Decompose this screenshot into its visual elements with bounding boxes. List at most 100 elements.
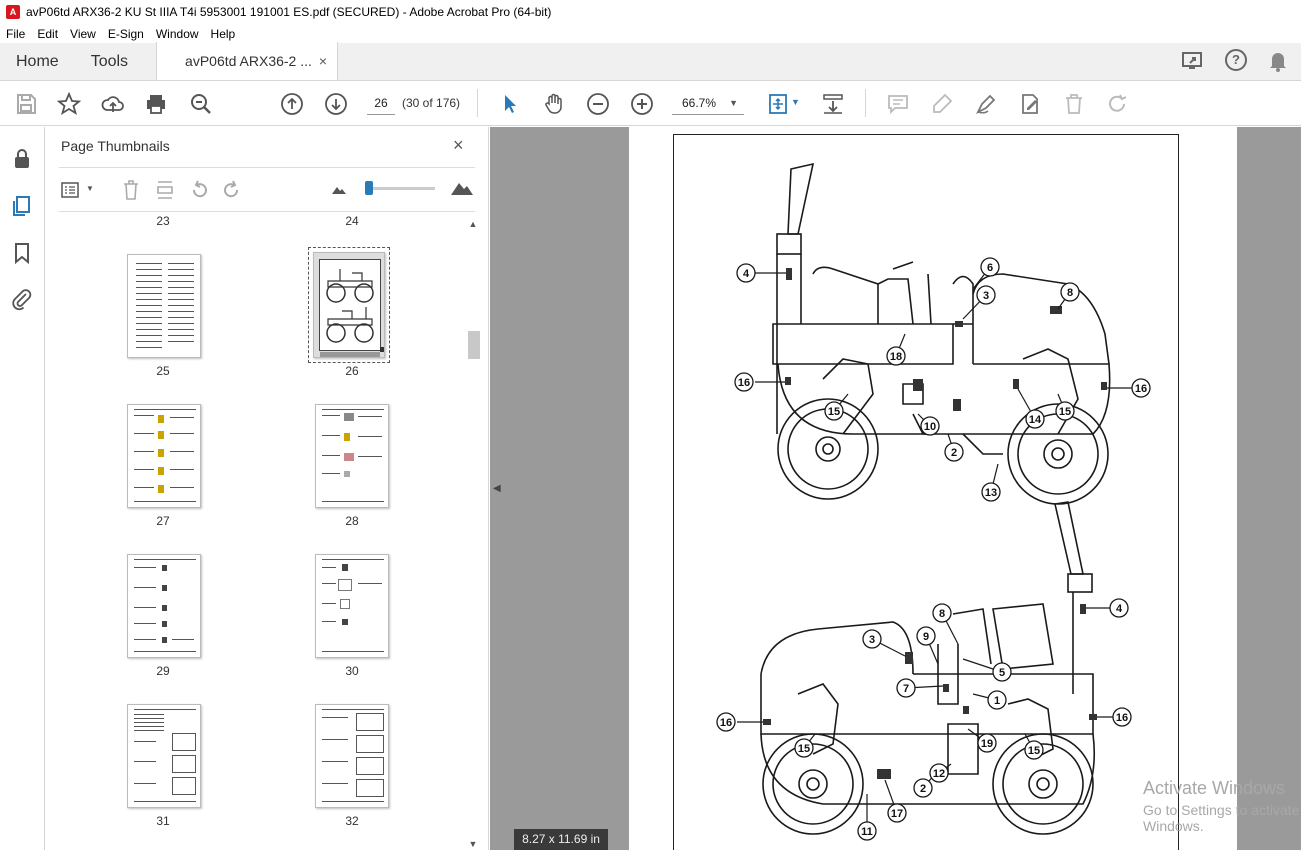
thumbnail-page-26[interactable] xyxy=(308,247,390,363)
upload-cloud-icon[interactable] xyxy=(101,92,125,116)
bookmark-star-icon[interactable] xyxy=(57,92,81,116)
scrollbar-thumb[interactable] xyxy=(468,331,480,359)
thumbnail-label: 28 xyxy=(345,514,359,528)
save-icon[interactable] xyxy=(14,92,38,116)
thumbnail-page-25[interactable] xyxy=(127,254,201,358)
rotate-left-icon[interactable] xyxy=(189,179,209,201)
collapse-panel-icon[interactable]: ◀ xyxy=(493,483,501,494)
thumbnail-page-31[interactable] xyxy=(127,704,201,808)
notification-bell-icon[interactable] xyxy=(1267,49,1289,73)
scroll-mode-icon[interactable] xyxy=(821,92,845,116)
tab-home[interactable]: Home xyxy=(0,43,75,80)
thumbnail-list: 23 24 25 26 27 28 29 30 31 32 xyxy=(45,213,465,850)
options-dropdown-icon[interactable]: ▼ xyxy=(86,184,94,193)
left-tool-strip xyxy=(0,127,45,850)
comment-icon[interactable] xyxy=(886,92,910,116)
previous-page-icon[interactable] xyxy=(280,92,304,116)
highlight-pen-icon[interactable] xyxy=(930,92,954,116)
menu-view[interactable]: View xyxy=(70,27,96,41)
thumbnail-size-slider-track[interactable] xyxy=(367,187,435,190)
callout-label: 8 xyxy=(939,608,945,620)
options-menu-icon[interactable] xyxy=(61,181,81,199)
thumbnail-page-32[interactable] xyxy=(315,704,389,808)
callout-label: 7 xyxy=(903,683,909,695)
tab-bar: Home Tools avP06td ARX36-2 ... × ? xyxy=(0,42,1301,81)
thumbnail-label: 23 xyxy=(156,214,170,228)
callout-label: 16 xyxy=(1135,383,1147,395)
share-screen-icon[interactable] xyxy=(1181,49,1205,73)
thumbnail-page-30[interactable] xyxy=(315,554,389,658)
callout-label: 15 xyxy=(828,406,840,418)
delete-pages-icon[interactable] xyxy=(121,179,141,201)
attachments-icon[interactable] xyxy=(10,287,34,311)
hand-tool-icon[interactable] xyxy=(542,92,566,116)
panel-title: Page Thumbnails xyxy=(61,138,170,154)
zoom-out-icon[interactable] xyxy=(586,92,610,116)
callout-label: 16 xyxy=(720,717,732,729)
zoom-level-select[interactable]: 66.7% ▼ xyxy=(672,91,744,115)
menu-file[interactable]: File xyxy=(6,27,25,41)
callout-label: 2 xyxy=(951,447,957,459)
callout-label: 15 xyxy=(1059,406,1071,418)
tab-document-label: avP06td ARX36-2 ... xyxy=(185,53,312,69)
delete-trash-icon[interactable] xyxy=(1062,92,1086,116)
thumbnail-label: 25 xyxy=(156,364,170,378)
thumbnail-roller-drawing xyxy=(326,269,374,343)
main-toolbar: ▼ xyxy=(0,82,1301,126)
fit-page-dropdown-icon[interactable]: ▼ xyxy=(791,97,800,107)
rotate-right-icon[interactable] xyxy=(222,179,242,201)
toolbar-divider xyxy=(477,89,478,117)
callout-label: 6 xyxy=(987,262,993,274)
panel-divider xyxy=(59,167,475,168)
callout-label: 19 xyxy=(981,738,993,750)
callout-label: 15 xyxy=(798,743,810,755)
tab-document[interactable]: avP06td ARX36-2 ... × xyxy=(156,42,339,80)
scroll-up-icon[interactable]: ▲ xyxy=(466,219,480,231)
thumbnail-page-29[interactable] xyxy=(127,554,201,658)
lock-icon[interactable] xyxy=(10,147,34,171)
next-page-icon[interactable] xyxy=(324,92,348,116)
callout-label: 12 xyxy=(933,768,945,780)
panel-close-icon[interactable]: × xyxy=(453,135,464,156)
callout-label: 14 xyxy=(1029,414,1042,426)
draw-pen-icon[interactable] xyxy=(974,92,998,116)
menu-help[interactable]: Help xyxy=(211,27,236,41)
edit-document-icon[interactable] xyxy=(1018,92,1042,116)
extract-pages-icon[interactable] xyxy=(155,179,175,201)
roller-diagram: 4 6 3 8 16 18 15 16 14 15 10 2 13 4 8 3 … xyxy=(716,162,1151,841)
scroll-down-icon[interactable]: ▼ xyxy=(466,839,480,851)
callout-label: 16 xyxy=(1116,712,1128,724)
thumbnail-label: 26 xyxy=(345,364,359,378)
zoom-in-icon[interactable] xyxy=(630,92,654,116)
callout-label: 18 xyxy=(890,351,902,363)
thumbnail-size-slider-handle[interactable] xyxy=(365,181,373,195)
shrink-thumbnails-icon[interactable] xyxy=(331,183,347,195)
callout-label: 2 xyxy=(920,783,926,795)
page-size-badge: 8.27 x 11.69 in xyxy=(514,829,608,850)
menu-window[interactable]: Window xyxy=(156,27,199,41)
page-thumbnails-icon[interactable] xyxy=(10,194,34,218)
thumbnail-scrollbar[interactable]: ▲ ▼ xyxy=(466,219,480,850)
select-cursor-icon[interactable] xyxy=(498,92,522,116)
page-number-input[interactable]: 26 xyxy=(367,91,395,115)
tab-close-icon[interactable]: × xyxy=(319,42,327,80)
thumbnail-page-27[interactable] xyxy=(127,404,201,508)
print-icon[interactable] xyxy=(144,92,168,116)
fit-page-icon[interactable] xyxy=(766,92,790,116)
menu-bar: File Edit View E-Sign Window Help xyxy=(0,24,1301,43)
menu-esign[interactable]: E-Sign xyxy=(108,27,144,41)
callout-label: 4 xyxy=(743,268,750,280)
thumbnail-page-28[interactable] xyxy=(315,404,389,508)
help-icon[interactable]: ? xyxy=(1225,49,1247,71)
toolbar-divider xyxy=(865,89,866,117)
enlarge-thumbnails-icon[interactable] xyxy=(450,180,474,196)
callout-label: 16 xyxy=(738,377,750,389)
menu-edit[interactable]: Edit xyxy=(37,27,58,41)
redo-rotate-icon[interactable] xyxy=(1106,92,1130,116)
tab-tools[interactable]: Tools xyxy=(75,43,144,80)
callout-label: 11 xyxy=(861,826,873,838)
zoom-search-icon[interactable] xyxy=(189,92,213,116)
bookmarks-icon[interactable] xyxy=(10,241,34,265)
page-count-label: (30 of 176) xyxy=(402,96,461,110)
callout-label: 4 xyxy=(1116,603,1123,615)
